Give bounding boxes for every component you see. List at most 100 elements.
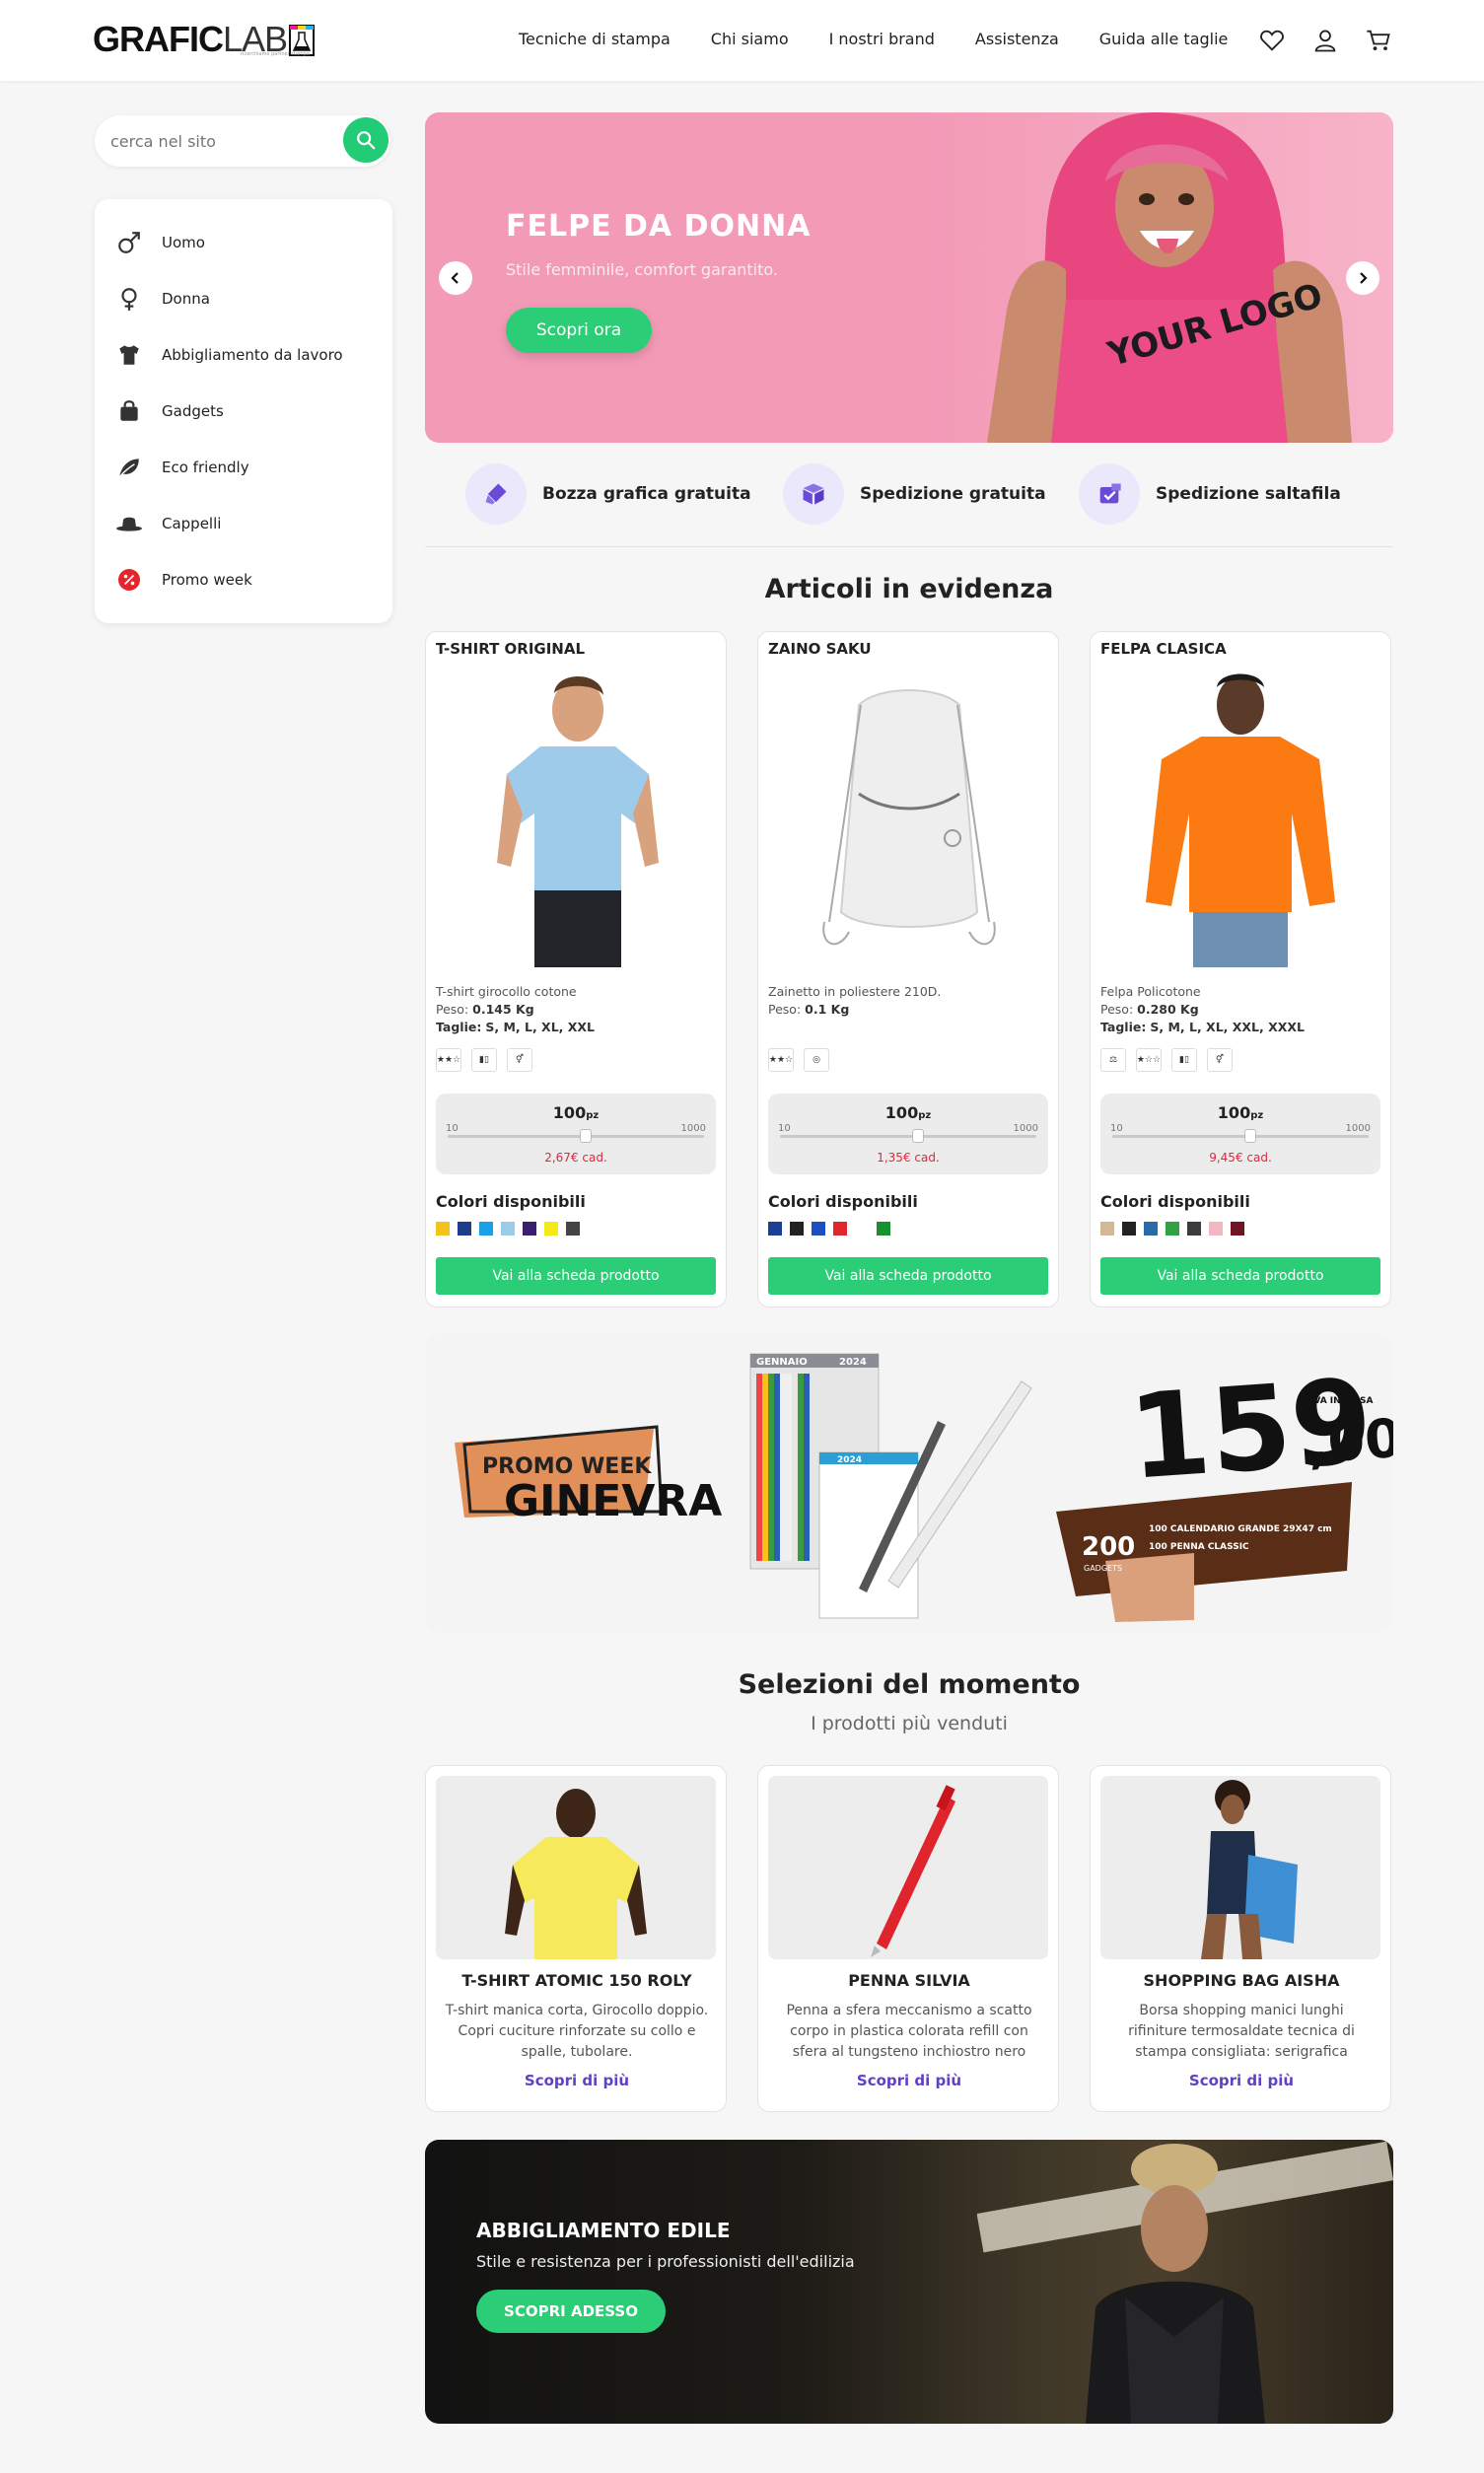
sidebar-item-abbigliamento-lavoro[interactable]: Abbigliamento da lavoro	[114, 335, 343, 375]
color-swatch[interactable]	[458, 1222, 471, 1236]
color-swatch[interactable]	[855, 1222, 869, 1236]
product-detail-button[interactable]: Vai alla scheda prodotto	[768, 1257, 1048, 1295]
unit-price: 1,35€ cad.	[877, 1151, 940, 1165]
nav-i-nostri-brand[interactable]: I nostri brand	[829, 30, 935, 48]
quantity-min: 10	[778, 1123, 791, 1134]
product-image[interactable]	[770, 666, 1048, 967]
nav-chi-siamo[interactable]: Chi siamo	[711, 30, 789, 48]
color-swatch[interactable]	[768, 1222, 782, 1236]
color-swatch[interactable]	[1231, 1222, 1244, 1236]
hat-icon	[114, 509, 144, 538]
calendar-month: GENNAIO	[756, 1357, 808, 1368]
color-swatch[interactable]	[1166, 1222, 1179, 1236]
promo-graphic: PROMO WEEK GINEVRA GENNAIO 2024 2024 159…	[455, 1353, 1393, 1622]
search-input[interactable]	[110, 129, 327, 153]
feature-bozza: Bozza grafica gratuita	[465, 463, 751, 525]
cart-icon[interactable]	[1365, 27, 1392, 54]
quantity-max: 1000	[680, 1123, 706, 1134]
color-swatch[interactable]	[436, 1222, 450, 1236]
quantity-max: 1000	[1013, 1123, 1038, 1134]
selection-card[interactable]: T-SHIRT ATOMIC 150 ROLY T-shirt manica c…	[425, 1765, 727, 2112]
divider	[425, 546, 1393, 547]
product-detail-button[interactable]: Vai alla scheda prodotto	[1100, 1257, 1380, 1295]
quantity-slider[interactable]: 100pz 10 1000 9,45€ cad.	[1100, 1094, 1380, 1174]
sidebar-item-donna[interactable]: Donna	[114, 279, 210, 318]
sidebar-item-label: Abbigliamento da lavoro	[162, 346, 343, 364]
color-swatch[interactable]	[1100, 1222, 1114, 1236]
product-detail-button[interactable]: Vai alla scheda prodotto	[436, 1257, 716, 1295]
color-swatch[interactable]	[1122, 1222, 1136, 1236]
selection-description: Borsa shopping manici lunghi rifiniture …	[1128, 2003, 1355, 2060]
rating-badge-icon: ★★☆	[436, 1048, 461, 1072]
slider-thumb[interactable]	[912, 1129, 925, 1143]
color-swatch[interactable]	[566, 1222, 580, 1236]
category-sidebar: Uomo Donna Abbigliamento da lavoro Gadge…	[95, 199, 392, 623]
selection-card[interactable]: SHOPPING BAG AISHA Borsa shopping manici…	[1090, 1765, 1391, 2112]
product-description: T-shirt girocollo cotone Peso: 0.145 Kg …	[436, 984, 595, 1034]
feature-label: Bozza grafica gratuita	[542, 484, 751, 504]
color-swatch[interactable]	[501, 1222, 515, 1236]
selection-description: Penna a sfera meccanismo a scatto corpo …	[786, 2003, 1032, 2060]
selections-section-title: Selezioni del momento	[738, 1669, 1081, 1700]
selection-link[interactable]: Scopri di più	[426, 2072, 728, 2089]
selection-link[interactable]: Scopri di più	[1091, 2072, 1392, 2089]
logo[interactable]: GRAFIC LAB ricerchiamo partner stampa	[93, 18, 316, 61]
unisex-icon: ⚥	[507, 1048, 532, 1072]
color-swatch[interactable]	[1144, 1222, 1158, 1236]
product-card: T-SHIRT ORIGINAL T-shirt girocollo coton…	[425, 631, 727, 1307]
nav-tecniche-di-stampa[interactable]: Tecniche di stampa	[519, 30, 671, 48]
quantity-min: 10	[446, 1123, 459, 1134]
search-button[interactable]	[343, 117, 389, 163]
product-badges: ★★☆ ◎	[768, 1048, 829, 1072]
color-swatch[interactable]	[812, 1222, 825, 1236]
selection-link[interactable]: Scopri di più	[758, 2072, 1060, 2089]
unit-price: 2,67€ cad.	[544, 1151, 607, 1165]
quantity-value: 100pz	[1217, 1103, 1264, 1122]
color-swatch[interactable]	[479, 1222, 493, 1236]
nav-assistenza[interactable]: Assistenza	[975, 30, 1059, 48]
color-swatch[interactable]	[523, 1222, 536, 1236]
slider-track[interactable]	[780, 1135, 1036, 1138]
logo-tagline: ricerchiamo partner stampa	[241, 51, 310, 57]
feature-label: Spedizione gratuita	[860, 484, 1046, 504]
product-image[interactable]	[438, 666, 716, 967]
color-swatch[interactable]	[833, 1222, 847, 1236]
print-area-icon: ◎	[804, 1048, 829, 1072]
promo-week-banner[interactable]: PROMO WEEK GINEVRA GENNAIO 2024 2024 159…	[425, 1334, 1393, 1632]
sidebar-item-promo-week[interactable]: Promo week	[114, 560, 252, 600]
sidebar-item-gadgets[interactable]: Gadgets	[114, 391, 224, 431]
color-swatch[interactable]	[1187, 1222, 1201, 1236]
edile-cta-button[interactable]: SCOPRI ADESSO	[476, 2290, 666, 2333]
color-swatch[interactable]	[1209, 1222, 1223, 1236]
promo-item1: 100 CALENDARIO GRANDE 29X47 cm	[1149, 1524, 1332, 1534]
user-icon[interactable]	[1311, 27, 1339, 54]
hero-cta-button[interactable]: Scopri ora	[506, 308, 652, 353]
sidebar-item-uomo[interactable]: Uomo	[114, 223, 205, 262]
colors-title: Colori disponibili	[1100, 1192, 1250, 1211]
slider-thumb[interactable]	[1244, 1129, 1257, 1143]
product-image[interactable]	[1102, 666, 1380, 967]
color-swatch[interactable]	[877, 1222, 890, 1236]
sidebar-item-eco-friendly[interactable]: Eco friendly	[114, 448, 249, 487]
slider-track[interactable]	[1112, 1135, 1369, 1138]
size-chart-icon: ▮▯	[1171, 1048, 1197, 1072]
sidebar-item-cappelli[interactable]: Cappelli	[114, 504, 221, 543]
product-title: T-SHIRT ORIGINAL	[436, 640, 586, 658]
calendar-stripes	[756, 1374, 810, 1561]
promo-price-decimals: ,00	[1306, 1407, 1393, 1476]
slider-thumb[interactable]	[580, 1129, 593, 1143]
hero-next-button[interactable]	[1346, 261, 1379, 295]
quantity-slider[interactable]: 100pz 10 1000 1,35€ cad.	[768, 1094, 1048, 1174]
leaf-icon	[114, 453, 144, 482]
color-swatch[interactable]	[790, 1222, 804, 1236]
selection-card[interactable]: PENNA SILVIA Penna a sfera meccanismo a …	[757, 1765, 1059, 2112]
quantity-slider[interactable]: 100pz 10 1000 2,67€ cad.	[436, 1094, 716, 1174]
slider-track[interactable]	[448, 1135, 704, 1138]
nav-guida-alle-taglie[interactable]: Guida alle taglie	[1099, 30, 1229, 48]
color-swatch[interactable]	[544, 1222, 558, 1236]
product-title: FELPA CLASICA	[1100, 640, 1227, 658]
hero-prev-button[interactable]	[439, 261, 472, 295]
hero-model-image: YOUR LOGO	[918, 112, 1393, 443]
fast-shipping-icon	[1079, 463, 1140, 525]
heart-icon[interactable]	[1258, 27, 1286, 54]
